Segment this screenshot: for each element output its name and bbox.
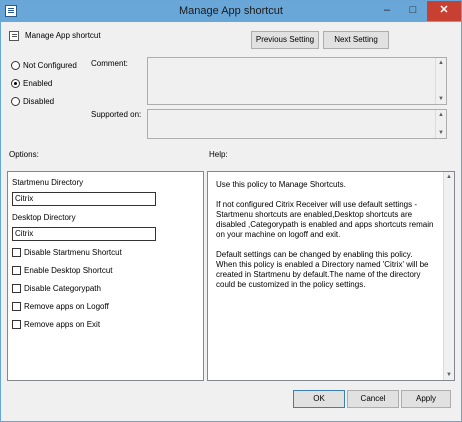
startmenu-directory-input[interactable]: Citrix <box>12 192 156 206</box>
dialog-window: Manage App shortcut – □ ✕ Manage App sho… <box>0 0 462 422</box>
radio-label: Enabled <box>23 79 53 88</box>
supported-on-box: ▲ ▼ <box>147 109 447 139</box>
comment-label: Comment: <box>91 59 128 68</box>
maximize-button[interactable]: □ <box>400 1 426 21</box>
radio-button[interactable] <box>11 61 20 71</box>
checkbox-box[interactable] <box>12 284 21 294</box>
checkbox-label: Enable Desktop Shortcut <box>24 266 113 275</box>
checkbox-label: Disable Startmenu Shortcut <box>24 248 122 257</box>
close-button[interactable]: ✕ <box>427 1 461 21</box>
comment-textarea[interactable]: ▲ ▼ <box>147 57 447 105</box>
checkbox-label: Disable Categorypath <box>24 284 101 293</box>
radio-disabled[interactable]: Disabled <box>11 97 55 107</box>
scroll-up-icon[interactable]: ▲ <box>436 110 446 120</box>
help-scrollbar[interactable]: ▲ ▼ <box>443 172 454 380</box>
checkbox-disable-startmenu-shortcut[interactable]: Disable Startmenu Shortcut <box>12 248 122 258</box>
radio-button[interactable] <box>11 97 20 107</box>
ok-button[interactable]: OK <box>293 390 345 408</box>
checkbox-box[interactable] <box>12 302 21 312</box>
help-panel: Use this policy to Manage Shortcuts. If … <box>207 171 455 381</box>
checkbox-disable-categorypath[interactable]: Disable Categorypath <box>12 284 101 294</box>
supported-scrollbar[interactable]: ▲ ▼ <box>435 110 446 138</box>
cancel-button[interactable]: Cancel <box>347 390 399 408</box>
setting-icon <box>9 31 19 41</box>
options-label: Options: <box>9 150 39 159</box>
title-bar[interactable]: Manage App shortcut – □ ✕ <box>1 1 461 22</box>
checkbox-box[interactable] <box>12 320 21 330</box>
checkbox-box[interactable] <box>12 248 21 258</box>
checkbox-label: Remove apps on Logoff <box>24 302 109 311</box>
radio-enabled[interactable]: Enabled <box>11 79 53 89</box>
next-setting-button[interactable]: Next Setting <box>323 31 389 49</box>
checkbox-remove-apps-on-exit[interactable]: Remove apps on Exit <box>12 320 101 330</box>
apply-button[interactable]: Apply <box>401 390 451 408</box>
options-panel: Startmenu Directory Citrix Desktop Direc… <box>7 171 204 381</box>
radio-label: Disabled <box>23 97 55 106</box>
checkbox-enable-desktop-shortcut[interactable]: Enable Desktop Shortcut <box>12 266 113 276</box>
scroll-up-icon[interactable]: ▲ <box>444 172 454 182</box>
minimize-button[interactable]: – <box>374 1 400 21</box>
checkbox-box[interactable] <box>12 266 21 276</box>
help-text: Use this policy to Manage Shortcuts. If … <box>216 180 434 289</box>
scroll-up-icon[interactable]: ▲ <box>436 58 446 68</box>
supported-on-label: Supported on: <box>91 110 142 119</box>
desktop-directory-label: Desktop Directory <box>12 213 76 222</box>
setting-name: Manage App shortcut <box>25 31 101 40</box>
desktop-directory-input[interactable]: Citrix <box>12 227 156 241</box>
radio-button[interactable] <box>11 79 20 89</box>
radio-not-configured[interactable]: Not Configured <box>11 61 77 71</box>
help-label: Help: <box>209 150 228 159</box>
checkbox-label: Remove apps on Exit <box>24 320 101 329</box>
comment-scrollbar[interactable]: ▲ ▼ <box>435 58 446 104</box>
checkbox-remove-apps-on-logoff[interactable]: Remove apps on Logoff <box>12 302 109 312</box>
previous-setting-button[interactable]: Previous Setting <box>251 31 319 49</box>
scroll-down-icon[interactable]: ▼ <box>444 370 454 380</box>
startmenu-directory-label: Startmenu Directory <box>12 178 84 187</box>
scroll-down-icon[interactable]: ▼ <box>436 94 446 104</box>
scroll-down-icon[interactable]: ▼ <box>436 128 446 138</box>
radio-label: Not Configured <box>23 61 77 70</box>
